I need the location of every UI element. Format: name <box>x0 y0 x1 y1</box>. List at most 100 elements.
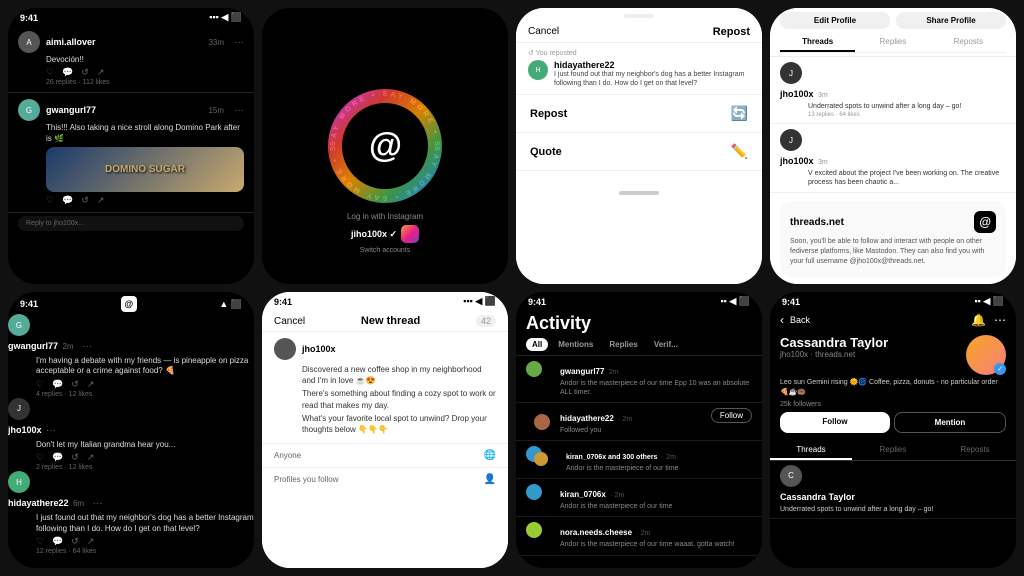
new-thread-text-2: There's something about finding a cozy s… <box>302 388 496 410</box>
follow-button-8[interactable]: Follow <box>780 412 890 433</box>
actions-5-3: ♡ 💬 ↺ ↗ <box>36 536 254 547</box>
edit-profile-button[interactable]: Edit Profile <box>780 12 890 29</box>
feed4-username-1: jho100x <box>780 89 814 99</box>
tab-replies[interactable]: Replies <box>855 33 930 52</box>
cancel-button-6[interactable]: Cancel <box>274 316 305 327</box>
avatars-1 <box>526 361 554 383</box>
mention-button-8[interactable]: Mention <box>894 412 1006 433</box>
instagram-icon[interactable] <box>401 225 419 243</box>
act-info-1: gwangurl77 2m Andor is the masterpiece o… <box>560 361 752 397</box>
back-label[interactable]: Back <box>790 315 810 325</box>
heart-5-3[interactable]: ♡ <box>36 536 44 547</box>
profile8-bio: Leo sun Gemini rising 🌞🌀 Coffee, pizza, … <box>780 378 1006 398</box>
feed8-username: Cassandra Taylor <box>780 492 855 502</box>
quote-option[interactable]: Quote ✏️ <box>516 133 762 171</box>
share-icon[interactable]: ↗ <box>97 67 105 78</box>
comment-icon-2[interactable]: 💬 <box>62 195 73 206</box>
tab-replies[interactable]: Replies <box>603 338 643 351</box>
repost-5-3[interactable]: ↺ <box>71 536 79 547</box>
stats-5-2: 2 replies · 12 likes <box>36 464 254 471</box>
new-thread-content: jho100x Discovered a new coffee shop in … <box>262 332 508 443</box>
avatar-5-1: G <box>8 314 30 336</box>
time-5: 9:41 <box>20 299 38 309</box>
tab8-threads[interactable]: Threads <box>770 441 852 460</box>
screen-7: 9:41 ▪▪ ◀ ⬛ Activity All Mentions Replie… <box>516 292 762 568</box>
feed4-time-2: 3m <box>818 159 828 166</box>
audience-following[interactable]: Profiles you follow 👤 <box>262 467 508 491</box>
avatars-3 <box>526 446 560 468</box>
status-bar-1: 9:41 ▪▪▪ ◀ ⬛ <box>8 8 254 25</box>
cancel-button[interactable]: Cancel <box>528 26 559 38</box>
heart-5-2[interactable]: ♡ <box>36 452 44 463</box>
repost-icon-2[interactable]: ↺ <box>81 195 89 206</box>
time-1: 9:41 <box>20 13 38 23</box>
act-username-5: nora.needs.cheese <box>560 528 632 537</box>
reply-box[interactable]: Reply to jho100x... <box>18 216 244 231</box>
act-avatar-5 <box>526 522 542 538</box>
status-bar-7: 9:41 ▪▪ ◀ ⬛ <box>516 292 762 309</box>
quote-option-label: Quote <box>530 146 562 158</box>
activity-item-1: gwangurl77 2m Andor is the masterpiece o… <box>516 356 762 403</box>
feed5-post-3: H hidayathere22 6m ··· I just found out … <box>8 471 254 555</box>
card-new-thread: 9:41 ▪▪▪ ◀ ⬛ Cancel New thread 42 jho100… <box>262 292 508 568</box>
comment-icon[interactable]: 💬 <box>62 67 73 78</box>
avatar-2: G <box>18 99 40 121</box>
profile8-avatar: ✓ <box>966 335 1006 375</box>
menu-icon[interactable]: ⋯ <box>994 313 1006 327</box>
char-count: 42 <box>476 315 496 327</box>
share-profile-button[interactable]: Share Profile <box>896 12 1006 29</box>
comment-5-1[interactable]: 💬 <box>52 379 63 390</box>
repost-icon[interactable]: ↺ <box>81 67 89 78</box>
repost-option-icon: 🔄 <box>731 105 748 122</box>
status-bar-5: 9:41 @ ▲ ⬛ <box>8 292 254 314</box>
feed4-avatar-2: J <box>780 129 802 151</box>
profile8-top: Cassandra Taylor jho100x · threads.net ✓ <box>780 335 1006 375</box>
profile-header-4: Edit Profile Share Profile Threads Repli… <box>770 8 1016 57</box>
act-time-1: 2m <box>609 369 619 376</box>
repost-option[interactable]: Repost 🔄 <box>516 95 762 133</box>
sheet-header: Cancel Repost <box>516 18 762 43</box>
bell-icon[interactable]: 🔔 <box>971 313 986 327</box>
activity-title: Activity <box>516 309 762 338</box>
comment-5-3[interactable]: 💬 <box>52 536 63 547</box>
follow-button[interactable]: Follow <box>711 408 752 423</box>
tab8-replies[interactable]: Replies <box>852 441 934 460</box>
activity-item-5: nora.needs.cheese · 2m Andor is the mast… <box>516 517 762 555</box>
tab-all[interactable]: All <box>526 338 548 351</box>
act-text-1: Andor is the masterpiece of our time Epp… <box>560 379 752 397</box>
original-username: hidayathere22 <box>554 60 750 70</box>
audience-anyone[interactable]: Anyone 🌐 <box>262 443 508 467</box>
feed4-text-1: Underrated spots to unwind after a long … <box>808 102 1006 111</box>
post-text-1: Devoción!! <box>46 55 244 65</box>
time-post-2: 15m <box>208 106 224 115</box>
user-row-2: G gwangurl77 15m ··· <box>18 99 244 121</box>
actions-5-1: ♡ 💬 ↺ ↗ <box>36 379 254 390</box>
share-icon-2[interactable]: ↗ <box>97 195 105 206</box>
repost-5-2[interactable]: ↺ <box>71 452 79 463</box>
stats-5-1: 4 replies · 12 likes <box>36 391 254 398</box>
heart-icon-2[interactable]: ♡ <box>46 195 54 206</box>
screen-3: Cancel Repost ↺ You reposted H hidayathe… <box>516 8 762 284</box>
act-avatar-4 <box>526 484 542 500</box>
tab-mentions[interactable]: Mentions <box>552 338 599 351</box>
comment-5-2[interactable]: 💬 <box>52 452 63 463</box>
switch-accounts[interactable]: Switch accounts <box>347 247 423 254</box>
tab-verified[interactable]: Verif... <box>648 338 684 351</box>
share-5-2[interactable]: ↗ <box>87 452 95 463</box>
post-2: G gwangurl77 15m ··· This!!! Also taking… <box>8 93 254 213</box>
status-bar-6: 9:41 ▪▪▪ ◀ ⬛ <box>262 292 508 309</box>
share-5-1[interactable]: ↗ <box>87 379 95 390</box>
feed4-post-1: J jho100x 3m Underrated spots to unwind … <box>770 57 1016 124</box>
profile-action-buttons: Edit Profile Share Profile <box>780 12 1006 29</box>
repost-5-1[interactable]: ↺ <box>71 379 79 390</box>
back-icon[interactable]: ‹ <box>780 313 784 327</box>
tab-threads[interactable]: Threads <box>780 33 855 52</box>
heart-icon[interactable]: ♡ <box>46 67 54 78</box>
globe-icon: 🌐 <box>484 450 496 461</box>
heart-5-1[interactable]: ♡ <box>36 379 44 390</box>
share-5-3[interactable]: ↗ <box>87 536 95 547</box>
new-thread-header: Cancel New thread 42 <box>262 309 508 332</box>
tab8-reposts[interactable]: Reposts <box>934 441 1016 460</box>
tab-reposts[interactable]: Reposts <box>931 33 1006 52</box>
original-avatar: H <box>528 60 548 80</box>
